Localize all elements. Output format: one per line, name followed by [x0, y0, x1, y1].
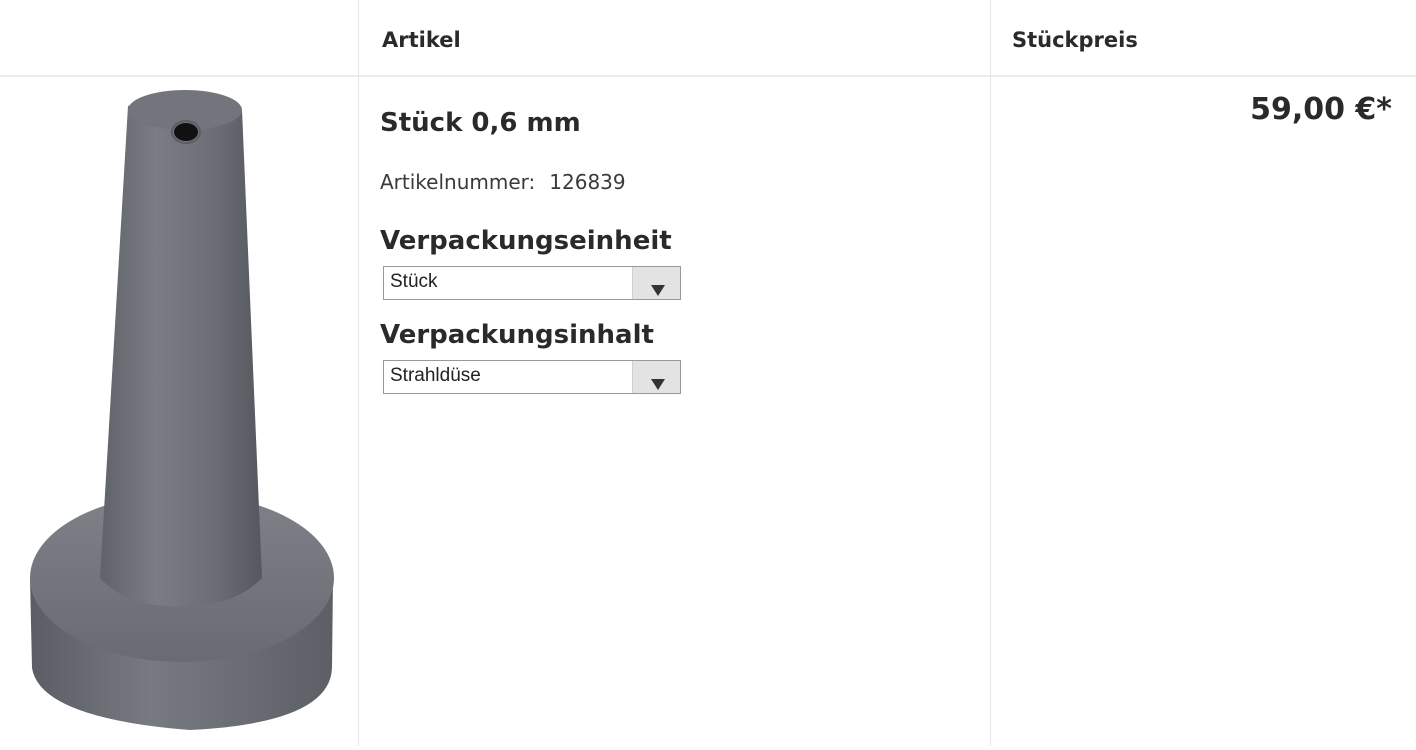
packaging-content-label: Verpackungsinhalt	[380, 320, 654, 350]
column-divider	[990, 0, 991, 746]
article-number-row: Artikelnummer: 126839	[380, 170, 626, 194]
product-title[interactable]: Stück 0,6 mm	[380, 108, 581, 138]
packaging-unit-value: Stück	[390, 271, 438, 292]
product-table: Artikel Stückpreis Stück 0,6 mm Artikeln…	[0, 0, 1416, 746]
nozzle-product-image[interactable]	[0, 78, 358, 746]
packaging-content-select[interactable]: Strahldüse	[383, 360, 681, 394]
packaging-unit-label: Verpackungseinheit	[380, 226, 672, 256]
header-unit-price: Stückpreis	[1012, 28, 1138, 52]
table-header-row: Artikel Stückpreis	[0, 0, 1416, 77]
chevron-down-icon	[651, 285, 665, 296]
unit-price: 59,00 €*	[1250, 92, 1392, 127]
article-number-label: Artikelnummer:	[380, 170, 536, 194]
packaging-content-value: Strahldüse	[390, 365, 481, 386]
packaging-unit-select[interactable]: Stück	[383, 266, 681, 300]
chevron-down-icon	[651, 379, 665, 390]
dropdown-button[interactable]	[632, 267, 680, 299]
column-divider	[358, 0, 359, 746]
dropdown-button[interactable]	[632, 361, 680, 393]
product-image-cell[interactable]	[0, 78, 358, 746]
article-number-value: 126839	[549, 170, 626, 194]
header-article: Artikel	[382, 28, 461, 52]
